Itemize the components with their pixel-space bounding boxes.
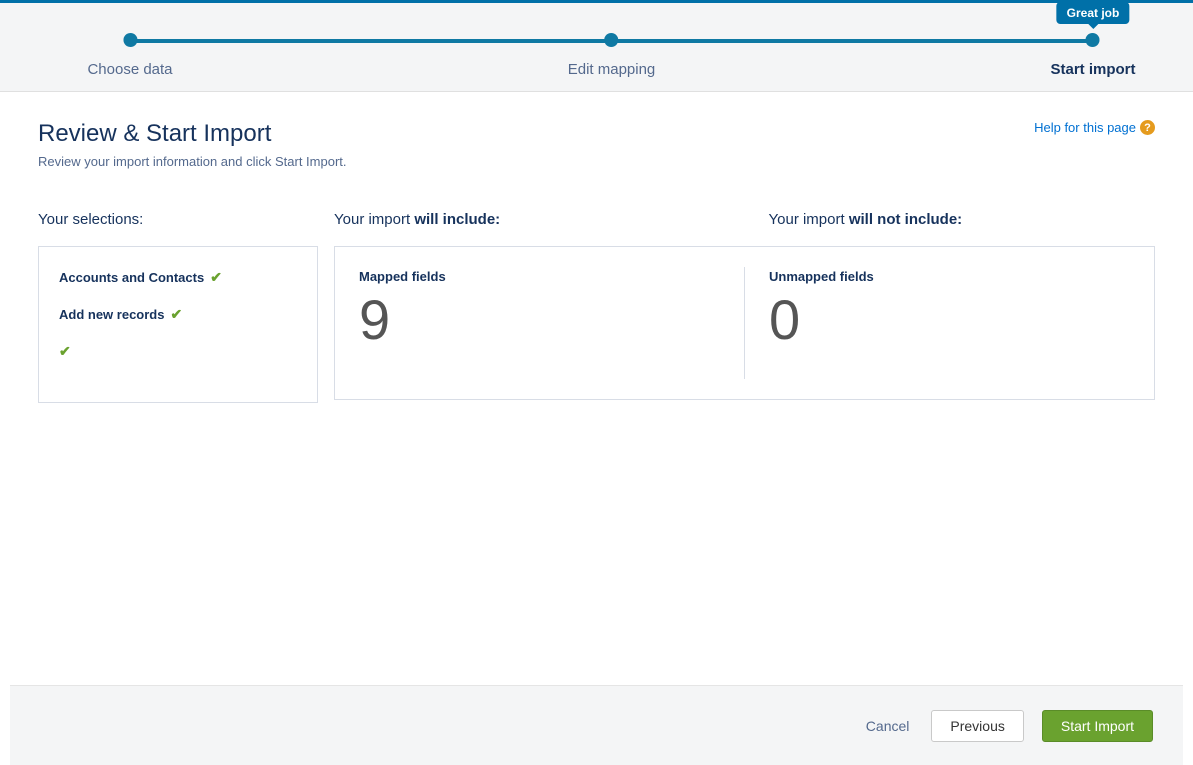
selection-item: ✔	[59, 343, 297, 360]
help-link[interactable]: Help for this page ?	[1034, 120, 1155, 135]
progress-bar: Great job Choose data Edit mapping Start…	[130, 33, 1093, 73]
cancel-button[interactable]: Cancel	[862, 710, 914, 742]
main-content: Review & Start Import Review your import…	[0, 92, 1193, 403]
progress-step-label: Start import	[1050, 61, 1135, 78]
include-box: Mapped fields 9 Unmapped fields 0	[334, 246, 1155, 400]
progress-dot-icon	[605, 33, 619, 47]
include-heading-bold: will include:	[414, 211, 500, 228]
progress-step-edit-mapping[interactable]: Edit mapping	[568, 33, 656, 78]
previous-button[interactable]: Previous	[931, 710, 1023, 742]
selections-box: Accounts and Contacts ✔ Add new records …	[38, 246, 318, 403]
include-heading: Your import will include:	[334, 211, 745, 228]
page-title: Review & Start Import	[38, 120, 347, 148]
page-subtitle: Review your import information and click…	[38, 154, 347, 169]
progress-step-label: Edit mapping	[568, 61, 656, 78]
exclude-heading: Your import will not include:	[745, 211, 1156, 228]
mapped-fields-label: Mapped fields	[359, 269, 720, 284]
help-link-text: Help for this page	[1034, 120, 1136, 135]
mapped-fields-panel: Mapped fields 9	[335, 247, 744, 399]
progress-dot-icon	[123, 33, 137, 47]
mapped-fields-count: 9	[359, 292, 720, 348]
help-icon: ?	[1140, 120, 1155, 135]
footer-bar: Cancel Previous Start Import	[10, 685, 1183, 765]
selection-item: Add new records ✔	[59, 306, 297, 323]
exclude-heading-prefix: Your import	[769, 211, 849, 228]
unmapped-fields-label: Unmapped fields	[769, 269, 1130, 284]
check-icon: ✔	[170, 306, 182, 323]
start-import-button[interactable]: Start Import	[1042, 710, 1153, 742]
unmapped-fields-panel: Unmapped fields 0	[745, 247, 1154, 399]
check-icon: ✔	[59, 343, 71, 360]
progress-step-start-import[interactable]: Start import	[1050, 33, 1135, 78]
header-text: Review & Start Import Review your import…	[38, 120, 347, 169]
selections-column: Your selections: Accounts and Contacts ✔…	[38, 211, 318, 403]
include-heading-row: Your import will include: Your import wi…	[334, 211, 1155, 246]
include-heading-prefix: Your import	[334, 211, 414, 228]
header-row: Review & Start Import Review your import…	[38, 120, 1155, 169]
selection-item-text: Accounts and Contacts	[59, 270, 204, 285]
progress-dot-icon	[1086, 33, 1100, 47]
exclude-heading-bold: will not include:	[849, 211, 962, 228]
progress-tooltip: Great job	[1057, 2, 1130, 24]
include-wrapper: Your import will include: Your import wi…	[334, 211, 1155, 400]
progress-step-choose-data[interactable]: Choose data	[87, 33, 172, 78]
selection-item: Accounts and Contacts ✔	[59, 269, 297, 286]
progress-container: Great job Choose data Edit mapping Start…	[0, 3, 1193, 92]
selection-item-text: Add new records	[59, 307, 164, 322]
columns-row: Your selections: Accounts and Contacts ✔…	[38, 211, 1155, 403]
selections-heading: Your selections:	[38, 211, 318, 228]
unmapped-fields-count: 0	[769, 292, 1130, 348]
check-icon: ✔	[210, 269, 222, 286]
progress-step-label: Choose data	[87, 61, 172, 78]
